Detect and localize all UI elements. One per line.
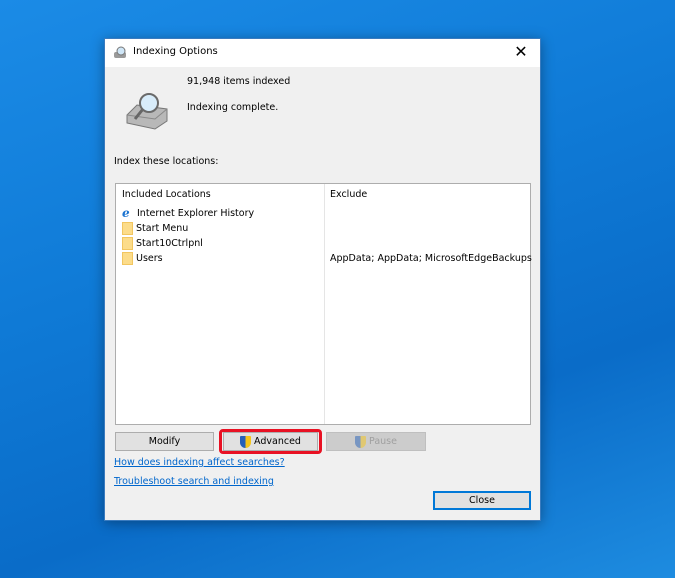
folder-icon: [122, 222, 133, 235]
modify-button[interactable]: Modify: [115, 432, 214, 451]
locations-label: Index these locations:: [114, 156, 219, 167]
advanced-label: Advanced: [254, 436, 301, 447]
indexing-app-icon: [114, 46, 126, 58]
table-row[interactable]: Users: [122, 251, 163, 266]
indexing-options-dialog: Indexing Options ✕ 91,948 items indexed …: [104, 38, 541, 521]
how-indexing-affects-link[interactable]: How does indexing affect searches?: [114, 457, 285, 468]
header-included-locations[interactable]: Included Locations: [122, 189, 211, 200]
location-name: Users: [136, 253, 163, 264]
table-row[interactable]: Start Menu: [122, 221, 188, 236]
close-window-button[interactable]: ✕: [510, 42, 532, 61]
indexing-status: Indexing complete.: [187, 102, 279, 113]
modify-label: Modify: [148, 436, 181, 447]
column-divider: [324, 184, 325, 424]
ie-icon: e: [122, 206, 130, 220]
troubleshoot-link[interactable]: Troubleshoot search and indexing: [114, 476, 274, 487]
pause-label: Pause: [369, 436, 397, 447]
items-indexed-count: 91,948 items indexed: [187, 76, 291, 87]
indexing-drive-icon: [126, 93, 168, 130]
exclude-value: AppData; AppData; MicrosoftEdgeBackups: [330, 253, 532, 264]
uac-shield-icon: [355, 435, 367, 448]
table-row[interactable]: Start10Ctrlpnl: [122, 236, 203, 251]
location-name: Internet Explorer History: [137, 208, 255, 219]
window-title: Indexing Options: [133, 46, 218, 57]
pause-button: Pause: [326, 432, 426, 451]
table-row[interactable]: e Internet Explorer History: [122, 206, 254, 221]
header-exclude[interactable]: Exclude: [330, 189, 367, 200]
folder-icon: [122, 252, 133, 265]
advanced-button[interactable]: Advanced: [223, 432, 318, 451]
close-button[interactable]: Close: [433, 491, 531, 510]
locations-list[interactable]: Included Locations Exclude e Internet Exp…: [115, 183, 532, 425]
title-bar[interactable]: Indexing Options ✕: [105, 39, 540, 67]
close-label: Close: [469, 495, 495, 506]
location-name: Start10Ctrlpnl: [136, 238, 203, 249]
folder-icon: [122, 237, 133, 250]
uac-shield-icon: [240, 435, 252, 448]
location-name: Start Menu: [136, 223, 189, 234]
